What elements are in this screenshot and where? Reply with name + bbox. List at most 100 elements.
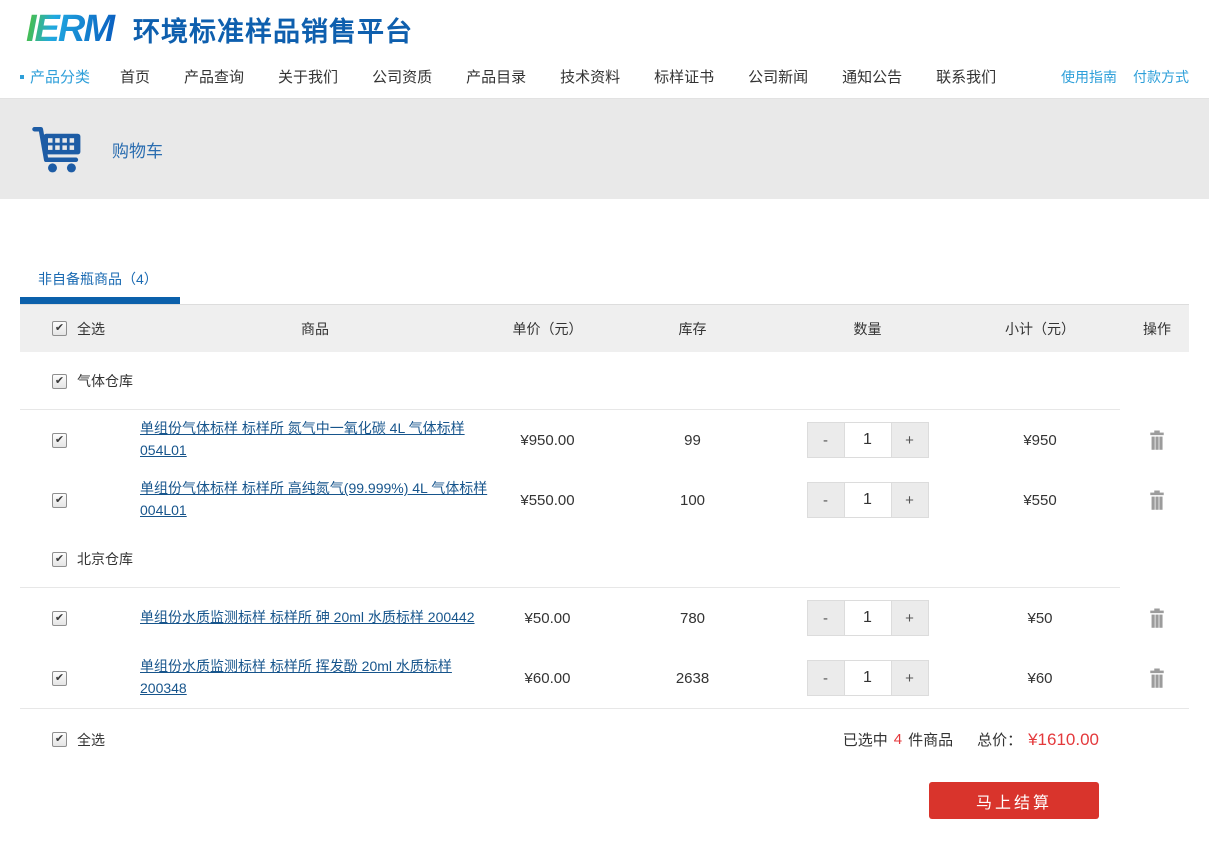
subtotal-value: ¥950 — [955, 432, 1125, 449]
warehouse-group-row: 气体仓库 — [20, 352, 1189, 410]
nav-item[interactable]: 产品目录 — [466, 69, 526, 86]
cart-main: 非自备瓶商品（4） 全选 商品 单价（元） 库存 数量 小计（元） 操作 气体仓… — [0, 261, 1209, 837]
select-all-footer-label: 全选 — [77, 730, 105, 750]
unit-price: ¥550.00 — [490, 492, 605, 509]
nav-right-links: 使用指南 付款方式 — [1061, 67, 1189, 87]
stock-value: 99 — [605, 432, 780, 449]
col-quantity: 数量 — [780, 319, 955, 339]
subtotal-value: ¥50 — [955, 610, 1125, 627]
warehouse-group-row: 北京仓库 — [20, 530, 1189, 588]
quantity-stepper: - + — [807, 482, 929, 518]
cart-item-row: 单组份水质监测标样 标样所 挥发酚 20ml 水质标样 200348 ¥60.0… — [20, 648, 1189, 708]
checkout-area: 马上结算 — [20, 782, 1189, 837]
cart-banner: 购物车 — [0, 99, 1209, 199]
table-header: 全选 商品 单价（元） 库存 数量 小计（元） 操作 — [20, 304, 1189, 352]
checkout-button[interactable]: 马上结算 — [929, 782, 1099, 819]
nav-item[interactable]: 首页 — [120, 69, 150, 86]
warehouse-label: 北京仓库 — [77, 549, 133, 569]
quantity-increase-button[interactable]: + — [891, 483, 928, 517]
quantity-increase-button[interactable]: + — [891, 661, 928, 695]
col-unit-price: 单价（元） — [490, 319, 605, 339]
summary-text: 已选中 4 件商品 总价： ¥1610.00 — [843, 729, 1099, 750]
cart-body: 气体仓库 单组份气体标样 标样所 氮气中一氧化碳 4L 气体标样 054L01 … — [20, 352, 1189, 708]
quantity-stepper: - + — [807, 422, 929, 458]
subtotal-value: ¥550 — [955, 492, 1125, 509]
warehouse-checkbox[interactable] — [52, 374, 67, 389]
nav-category-label: 产品分类 — [30, 66, 90, 87]
site-logo[interactable]: IERM — [26, 8, 119, 51]
item-checkbox[interactable] — [52, 433, 67, 448]
product-link[interactable]: 单组份水质监测标样 标样所 挥发酚 20ml 水质标样 200348 — [140, 658, 452, 696]
selected-suffix: 件商品 — [908, 729, 953, 750]
nav-item[interactable]: 通知公告 — [842, 69, 902, 86]
quantity-decrease-button[interactable]: - — [808, 483, 845, 517]
stock-value: 2638 — [605, 670, 780, 687]
nav-item[interactable]: 产品查询 — [184, 69, 244, 86]
nav-menu: 首页 产品查询 关于我们 公司资质 产品目录 技术资料 标样证书 公司新闻 通知… — [120, 66, 1061, 87]
delete-item-button[interactable] — [1125, 490, 1189, 511]
shopping-cart-icon — [30, 123, 84, 175]
warehouse-label: 气体仓库 — [77, 371, 133, 391]
col-action: 操作 — [1125, 319, 1189, 339]
stock-value: 100 — [605, 492, 780, 509]
col-product: 商品 — [140, 319, 490, 339]
delete-item-button[interactable] — [1125, 608, 1189, 629]
product-link[interactable]: 单组份气体标样 标样所 高纯氮气(99.999%) 4L 气体标样 004L01 — [140, 480, 487, 518]
nav-item[interactable]: 公司资质 — [372, 69, 432, 86]
cart-item-row: 单组份气体标样 标样所 高纯氮气(99.999%) 4L 气体标样 004L01… — [20, 470, 1189, 530]
item-checkbox[interactable] — [52, 611, 67, 626]
nav-item[interactable]: 技术资料 — [560, 69, 620, 86]
warehouse-checkbox[interactable] — [52, 552, 67, 567]
quantity-decrease-button[interactable]: - — [808, 423, 845, 457]
page-title: 购物车 — [112, 137, 163, 162]
product-link[interactable]: 单组份水质监测标样 标样所 砷 20ml 水质标样 200442 — [140, 609, 475, 625]
unit-price: ¥950.00 — [490, 432, 605, 449]
quantity-increase-button[interactable]: + — [891, 601, 928, 635]
subtotal-value: ¥60 — [955, 670, 1125, 687]
trash-icon — [1147, 490, 1167, 511]
selected-prefix: 已选中 — [843, 729, 888, 750]
col-subtotal: 小计（元） — [955, 319, 1125, 339]
item-checkbox[interactable] — [52, 493, 67, 508]
quantity-stepper: - + — [807, 660, 929, 696]
cart-item-row: 单组份气体标样 标样所 氮气中一氧化碳 4L 气体标样 054L01 ¥950.… — [20, 410, 1189, 470]
cart-summary-row: 全选 已选中 4 件商品 总价： ¥1610.00 — [20, 708, 1189, 770]
main-nav: 产品分类 首页 产品查询 关于我们 公司资质 产品目录 技术资料 标样证书 公司… — [0, 55, 1209, 99]
unit-price: ¥60.00 — [490, 670, 605, 687]
nav-item[interactable]: 标样证书 — [654, 69, 714, 86]
quantity-decrease-button[interactable]: - — [808, 661, 845, 695]
quantity-decrease-button[interactable]: - — [808, 601, 845, 635]
total-label: 总价： — [977, 729, 1022, 750]
nav-item[interactable]: 关于我们 — [278, 69, 338, 86]
col-stock: 库存 — [605, 319, 780, 339]
quantity-input[interactable] — [845, 483, 891, 517]
delete-item-button[interactable] — [1125, 430, 1189, 451]
quantity-input[interactable] — [845, 661, 891, 695]
bullet-icon — [20, 75, 24, 79]
nav-item[interactable]: 联系我们 — [936, 69, 996, 86]
nav-item[interactable]: 公司新闻 — [748, 69, 808, 86]
trash-icon — [1147, 430, 1167, 451]
delete-item-button[interactable] — [1125, 668, 1189, 689]
select-all-checkbox[interactable] — [52, 321, 67, 336]
quantity-input[interactable] — [845, 601, 891, 635]
quantity-increase-button[interactable]: + — [891, 423, 928, 457]
site-header: IERM 环境标准样品销售平台 — [0, 0, 1209, 55]
nav-utility-link[interactable]: 付款方式 — [1133, 67, 1189, 87]
total-value: ¥1610.00 — [1028, 730, 1099, 750]
nav-product-category[interactable]: 产品分类 — [20, 66, 90, 87]
product-link[interactable]: 单组份气体标样 标样所 氮气中一氧化碳 4L 气体标样 054L01 — [140, 420, 465, 458]
select-all-label: 全选 — [77, 319, 105, 339]
cart-tabs: 非自备瓶商品（4） — [20, 261, 1189, 304]
nav-utility-link[interactable]: 使用指南 — [1061, 67, 1117, 87]
quantity-input[interactable] — [845, 423, 891, 457]
trash-icon — [1147, 668, 1167, 689]
select-all-footer-checkbox[interactable] — [52, 732, 67, 747]
quantity-stepper: - + — [807, 600, 929, 636]
site-title: 环境标准样品销售平台 — [133, 10, 413, 49]
cart-item-row: 单组份水质监测标样 标样所 砷 20ml 水质标样 200442 ¥50.00 … — [20, 588, 1189, 648]
item-checkbox[interactable] — [52, 671, 67, 686]
trash-icon — [1147, 608, 1167, 629]
selected-count: 4 — [894, 731, 902, 748]
tab-non-self-bottle[interactable]: 非自备瓶商品（4） — [20, 261, 180, 304]
